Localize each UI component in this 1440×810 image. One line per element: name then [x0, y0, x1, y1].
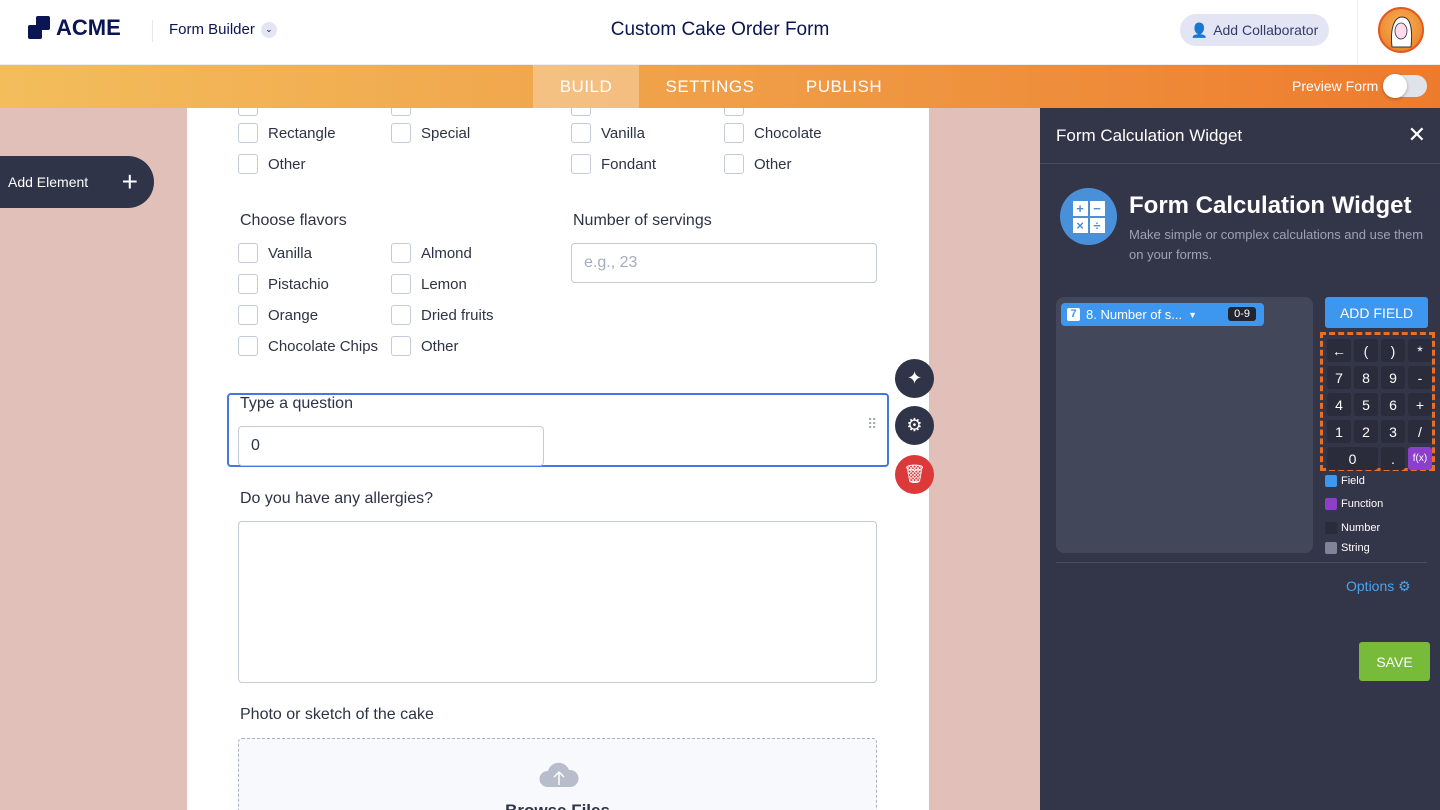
options-button[interactable]: Options ⚙ — [1346, 578, 1411, 595]
gear-icon[interactable]: ⚙ — [895, 406, 934, 445]
checkbox-other[interactable]: Other — [391, 336, 459, 356]
checkbox-other[interactable]: Other — [238, 154, 306, 174]
checkbox-chocolate-chips[interactable]: Chocolate Chips — [238, 336, 378, 356]
allergies-label: Do you have any allergies? — [240, 490, 434, 507]
checkbox-chocolate[interactable]: Chocolate — [724, 123, 822, 143]
flavors-label: Choose flavors — [240, 212, 347, 229]
field-range-badge: 0-9 — [1228, 307, 1256, 321]
checkbox-option[interactable] — [238, 108, 258, 116]
field-index: 7 — [1067, 308, 1080, 321]
keypad-key[interactable]: ) — [1381, 339, 1405, 362]
add-collaborator-button[interactable]: 👤 Add Collaborator — [1180, 14, 1329, 46]
legend-string: String — [1325, 542, 1370, 554]
tab-build[interactable]: BUILD — [533, 65, 639, 108]
question-input[interactable]: 0 — [238, 426, 544, 466]
calculator-icon: + − × ÷ — [1060, 188, 1117, 245]
checkbox-pistachio[interactable]: Pistachio — [238, 274, 329, 294]
tab-settings[interactable]: SETTINGS — [650, 65, 770, 108]
add-user-icon: 👤 — [1190, 21, 1209, 38]
keypad-key[interactable]: / — [1408, 420, 1432, 443]
keypad-key[interactable]: 8 — [1354, 366, 1378, 389]
checkbox-rectangle[interactable]: Rectangle — [238, 123, 336, 143]
add-element-button[interactable]: Add Element + — [0, 156, 154, 208]
wand-icon[interactable]: ✦ — [895, 359, 934, 398]
keypad-key[interactable]: 5 — [1354, 393, 1378, 416]
save-button[interactable]: SAVE — [1359, 642, 1430, 681]
tab-publish[interactable]: PUBLISH — [790, 65, 898, 108]
checkbox-almond[interactable]: Almond — [391, 243, 472, 263]
formula-editor[interactable]: 7 8. Number of s... ▼ 0-9 — [1056, 297, 1313, 553]
avatar[interactable] — [1378, 7, 1424, 53]
keypad-key[interactable]: 0 — [1327, 447, 1378, 470]
keypad-key[interactable]: . — [1381, 447, 1405, 470]
file-upload-area[interactable]: Browse Files — [238, 738, 877, 810]
field-chip-label: 8. Number of s... — [1086, 307, 1183, 322]
photo-label: Photo or sketch of the cake — [240, 706, 434, 723]
keypad-key[interactable]: 7 — [1327, 366, 1351, 389]
preview-form-label: Preview Form — [1292, 78, 1379, 94]
allergies-textarea[interactable] — [238, 521, 877, 683]
legend-field: Field — [1325, 475, 1365, 487]
widget-description: Make simple or complex calculations and … — [1129, 227, 1424, 262]
browse-files-button[interactable]: Browse Files — [239, 801, 876, 810]
checkbox-orange[interactable]: Orange — [238, 305, 318, 325]
servings-label: Number of servings — [573, 212, 712, 229]
top-bar: ACME Form Builder ⌄ Custom Cake Order For… — [0, 0, 1440, 65]
trash-icon[interactable]: 🗑 — [895, 455, 934, 494]
keypad-key[interactable]: - — [1408, 366, 1432, 389]
checkbox-special[interactable]: Special — [391, 123, 470, 143]
add-element-label: Add Element — [8, 174, 89, 190]
checkbox-option[interactable] — [571, 108, 591, 116]
calculation-widget-panel: Form Calculation Widget ✕ + − × ÷ Form Calc… — [1040, 108, 1440, 810]
widget-title: Form Calculation Widget — [1129, 192, 1412, 219]
plus-icon: + — [121, 166, 138, 197]
keypad-key[interactable]: 9 — [1381, 366, 1405, 389]
keypad: ←() * 7 8 9- 4 5 6 +1 2 3/ 0. f(x) — [1320, 332, 1435, 471]
legend-number: Number — [1325, 522, 1380, 534]
keypad-key[interactable]: 2 — [1354, 420, 1378, 443]
checkbox-lemon[interactable]: Lemon — [391, 274, 467, 294]
keypad-key[interactable]: ( — [1354, 339, 1378, 362]
keypad-key[interactable]: 4 — [1327, 393, 1351, 416]
legend-function: Function — [1325, 498, 1383, 510]
checkbox-option[interactable] — [391, 108, 411, 116]
form-canvas: Rectangle Special Other Vanilla Chocolat… — [187, 108, 929, 810]
keypad-key[interactable]: ← — [1327, 339, 1351, 362]
checkbox-option[interactable] — [724, 108, 744, 116]
keypad-key[interactable]: 6 — [1381, 393, 1405, 416]
keypad-key[interactable]: f(x) — [1408, 447, 1432, 470]
keypad-key[interactable]: + — [1408, 393, 1432, 416]
keypad-key[interactable]: 3 — [1381, 420, 1405, 443]
keypad-key[interactable]: 1 — [1327, 420, 1351, 443]
divider — [1056, 562, 1427, 563]
checkbox-vanilla[interactable]: Vanilla — [238, 243, 312, 263]
panel-header: Form Calculation Widget — [1040, 108, 1440, 164]
preview-form-toggle[interactable] — [1383, 74, 1427, 98]
add-field-button[interactable]: ADD FIELD — [1325, 297, 1428, 328]
checkbox-vanilla[interactable]: Vanilla — [571, 123, 645, 143]
servings-input[interactable]: e.g., 23 — [571, 243, 877, 283]
keypad-key[interactable]: * — [1408, 339, 1432, 362]
close-icon[interactable]: ✕ — [1408, 122, 1426, 148]
divider — [1357, 0, 1358, 65]
nav-bar: BUILD SETTINGS PUBLISH Preview Form — [0, 65, 1440, 108]
checkbox-dried-fruits[interactable]: Dried fruits — [391, 305, 494, 325]
upload-cloud-icon — [539, 762, 579, 787]
field-chip[interactable]: 7 8. Number of s... ▼ 0-9 — [1061, 303, 1264, 326]
gear-icon: ⚙ — [1398, 578, 1411, 594]
caret-down-icon[interactable]: ▼ — [1188, 310, 1197, 320]
question-label[interactable]: Type a question — [240, 395, 353, 413]
add-collaborator-label: Add Collaborator — [1213, 22, 1319, 38]
drag-handle-icon[interactable]: ⠿ — [867, 417, 878, 431]
checkbox-other[interactable]: Other — [724, 154, 792, 174]
checkbox-fondant[interactable]: Fondant — [571, 154, 656, 174]
